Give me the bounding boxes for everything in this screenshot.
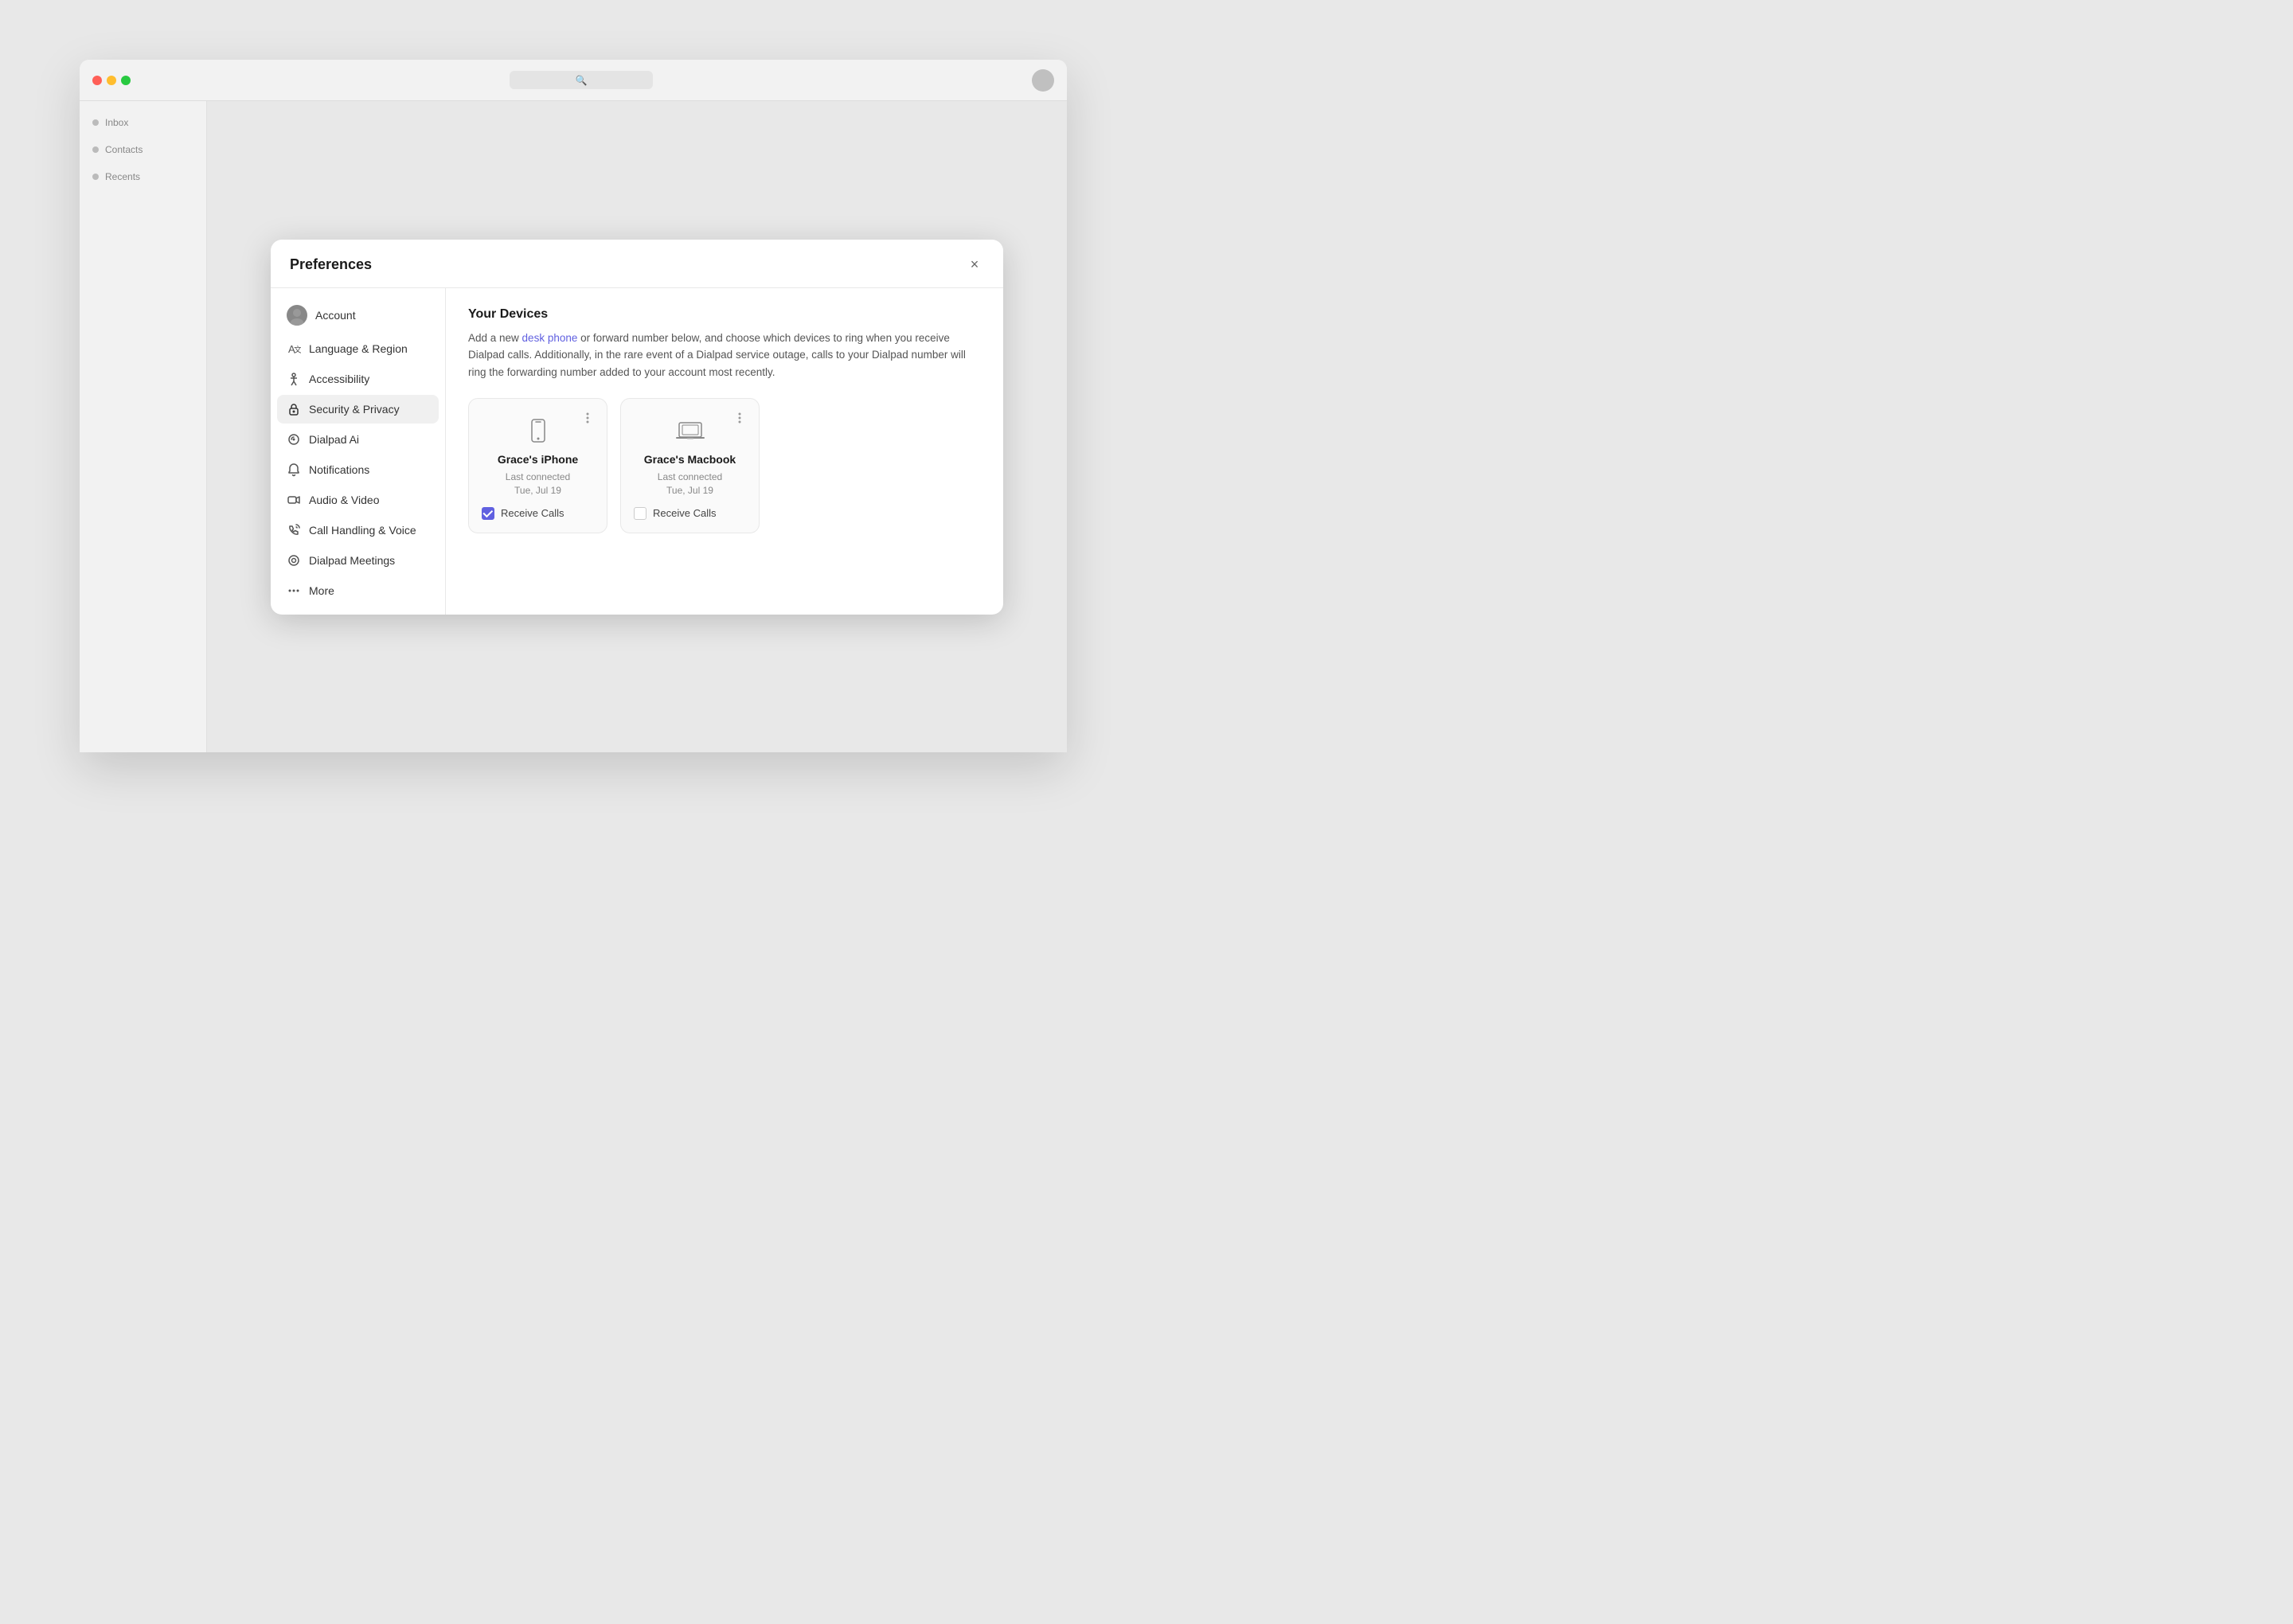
account-avatar-icon [287,305,307,326]
sidebar-item-2[interactable]: Contacts [83,138,203,162]
sidebar-item-audio-video[interactable]: Audio & Video [277,486,439,514]
accessibility-icon [287,372,301,386]
sidebar-item-1[interactable]: Inbox [83,111,203,135]
bell-icon [287,463,301,477]
macbook-last-connected: Last connected Tue, Jul 19 [634,470,746,498]
phone-icon [287,523,301,537]
modal-title: Preferences [290,256,372,273]
meetings-label: Dialpad Meetings [309,554,395,567]
svg-text:文: 文 [294,345,301,355]
modal-header: Preferences × [271,240,1003,288]
iphone-icon [524,416,553,445]
notifications-label: Notifications [309,463,369,476]
minimize-traffic-light[interactable] [107,76,116,85]
sidebar-label: Recents [105,171,140,182]
section-title: Your Devices [468,307,981,322]
iphone-last-connected: Last connected Tue, Jul 19 [482,470,594,498]
iphone-name: Grace's iPhone [482,453,594,466]
app-sidebar: Inbox Contacts Recents [80,101,207,752]
content-area: Your Devices Add a new desk phone or for… [446,288,1003,615]
sidebar-item-notifications[interactable]: Notifications [277,455,439,484]
sidebar-item-more[interactable]: More [277,576,439,605]
more-label: More [309,584,334,597]
sidebar-label: Contacts [105,144,143,155]
sidebar-item-3[interactable]: Recents [83,165,203,189]
user-avatar[interactable] [1032,69,1054,92]
sidebar-label: Inbox [105,117,128,128]
macbook-icon [674,416,706,445]
meetings-icon [287,553,301,568]
device-menu-button-iphone[interactable] [578,408,597,427]
sidebar-item-security[interactable]: Security & Privacy [277,395,439,424]
call-handling-label: Call Handling & Voice [309,524,416,537]
title-bar-center: 🔍 [137,71,1025,89]
description-part1: Add a new [468,332,522,344]
sidebar-item-account[interactable]: Account [277,298,439,333]
account-label: Account [315,309,356,322]
macbook-name: Grace's Macbook [634,453,746,466]
language-icon: A 文 [287,342,301,356]
security-icon [287,402,301,416]
preferences-modal: Preferences × [271,240,1003,615]
app-window: 🔍 Inbox Contacts Recents [80,60,1067,752]
more-icon [287,584,301,598]
sidebar-dot [92,174,99,180]
sidebar-item-call-handling[interactable]: Call Handling & Voice [277,516,439,545]
iphone-receive-calls-checkbox[interactable] [482,507,494,520]
macbook-receive-calls-label: Receive Calls [653,507,716,519]
macbook-receive-calls-checkbox[interactable] [634,507,646,520]
device-menu-button-macbook[interactable] [730,408,749,427]
traffic-lights [92,76,131,85]
sidebar-item-dialpad-ai[interactable]: Dialpad Ai [277,425,439,454]
iphone-icon-wrap [482,416,594,445]
maximize-traffic-light[interactable] [121,76,131,85]
security-label: Security & Privacy [309,403,400,416]
main-content: Preferences × [207,101,1067,752]
audio-video-label: Audio & Video [309,494,379,506]
accessibility-label: Accessibility [309,373,369,385]
ai-icon [287,432,301,447]
device-card-macbook: Grace's Macbook Last connected Tue, Jul … [620,398,760,533]
section-description: Add a new desk phone or forward number b… [468,330,981,381]
title-bar-search[interactable]: 🔍 [510,71,653,89]
sidebar-dot [92,119,99,126]
video-icon [287,493,301,507]
modal-sidebar: Account A 文 Language & Reg [271,288,446,615]
title-bar-right [1032,69,1054,92]
macbook-icon-wrap [634,416,746,445]
desk-phone-link[interactable]: desk phone [522,332,578,344]
sidebar-item-language[interactable]: A 文 Language & Region [277,334,439,363]
sidebar-item-meetings[interactable]: Dialpad Meetings [277,546,439,575]
sidebar-dot [92,146,99,153]
devices-grid: Grace's iPhone Last connected Tue, Jul 1… [468,398,981,533]
language-label: Language & Region [309,342,408,355]
iphone-receive-calls[interactable]: Receive Calls [482,507,594,520]
title-bar: 🔍 [80,60,1067,101]
iphone-receive-calls-label: Receive Calls [501,507,564,519]
modal-body: Account A 文 Language & Reg [271,288,1003,615]
close-traffic-light[interactable] [92,76,102,85]
sidebar-item-accessibility[interactable]: Accessibility [277,365,439,393]
modal-overlay: Preferences × [207,101,1067,752]
app-body: Inbox Contacts Recents Preferences × [80,101,1067,752]
macbook-receive-calls[interactable]: Receive Calls [634,507,746,520]
device-card-iphone: Grace's iPhone Last connected Tue, Jul 1… [468,398,607,533]
dialpad-ai-label: Dialpad Ai [309,433,359,446]
modal-close-button[interactable]: × [965,256,984,275]
